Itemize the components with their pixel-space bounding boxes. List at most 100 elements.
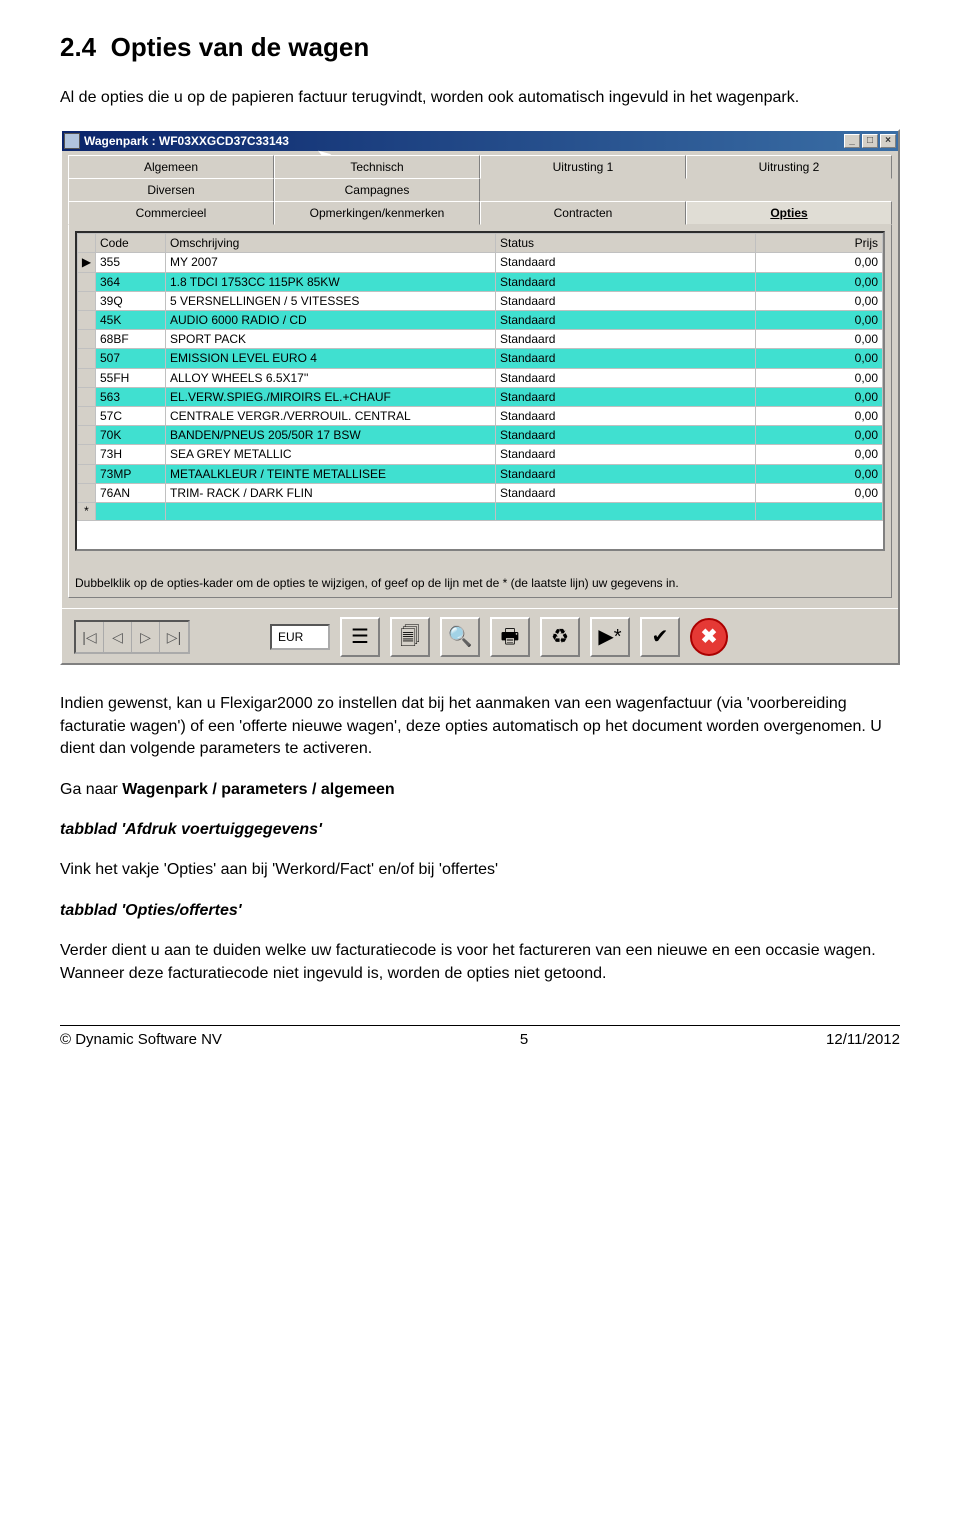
cell-status[interactable]: Standaard	[496, 387, 756, 406]
table-row[interactable]: 563EL.VERW.SPIEG./MIROIRS EL.+CHAUFStand…	[78, 387, 883, 406]
tab-opties[interactable]: Opties	[686, 201, 892, 225]
cell-price[interactable]: 0,00	[756, 330, 883, 349]
cell-price[interactable]: 0,00	[756, 291, 883, 310]
cell-desc[interactable]: BANDEN/PNEUS 205/50R 17 BSW	[166, 426, 496, 445]
cell-price[interactable]: 0,00	[756, 426, 883, 445]
tab-opmerkingen[interactable]: Opmerkingen/kenmerken	[274, 201, 480, 225]
cancel-button[interactable]: ✖	[690, 618, 728, 656]
titlebar[interactable]: Wagenpark : WF03XXGCD37C33143 _ □ ×	[62, 131, 898, 151]
cell-code[interactable]: 563	[96, 387, 166, 406]
minimize-button[interactable]: _	[844, 134, 860, 148]
cell-desc[interactable]: EL.VERW.SPIEG./MIROIRS EL.+CHAUF	[166, 387, 496, 406]
cell-desc[interactable]: TRIM- RACK / DARK FLIN	[166, 483, 496, 502]
cell-status[interactable]: Standaard	[496, 483, 756, 502]
table-row[interactable]: 39Q5 VERSNELLINGEN / 5 VITESSESStandaard…	[78, 291, 883, 310]
cell-price[interactable]: 0,00	[756, 483, 883, 502]
table-row[interactable]: 70KBANDEN/PNEUS 205/50R 17 BSWStandaard0…	[78, 426, 883, 445]
table-row[interactable]: 73HSEA GREY METALLICStandaard0,00	[78, 445, 883, 464]
cell-code[interactable]: 45K	[96, 311, 166, 330]
copy-button[interactable]: 🗐	[390, 617, 430, 657]
cell-desc[interactable]: CENTRALE VERGR./VERROUIL. CENTRAL	[166, 406, 496, 425]
tab-campagnes[interactable]: Campagnes	[274, 178, 480, 202]
table-row[interactable]: 55FHALLOY WHEELS 6.5X17''Standaard0,00	[78, 368, 883, 387]
cell-code[interactable]: 39Q	[96, 291, 166, 310]
cell-desc[interactable]: 1.8 TDCI 1753CC 115PK 85KW	[166, 272, 496, 291]
cell-price[interactable]: 0,00	[756, 311, 883, 330]
cell-desc[interactable]: 5 VERSNELLINGEN / 5 VITESSES	[166, 291, 496, 310]
cell-status[interactable]: Standaard	[496, 406, 756, 425]
tab-uitrusting2[interactable]: Uitrusting 2	[686, 155, 892, 179]
table-row[interactable]: 68BFSPORT PACKStandaard0,00	[78, 330, 883, 349]
cell-price[interactable]: 0,00	[756, 464, 883, 483]
cell-code[interactable]: 507	[96, 349, 166, 368]
cell-price[interactable]: 0,00	[756, 387, 883, 406]
cell-status[interactable]: Standaard	[496, 349, 756, 368]
maximize-button[interactable]: □	[862, 134, 878, 148]
cell-code[interactable]: 73H	[96, 445, 166, 464]
cell-code[interactable]: 364	[96, 272, 166, 291]
table-row[interactable]: 45KAUDIO 6000 RADIO / CDStandaard0,00	[78, 311, 883, 330]
cell-status[interactable]: Standaard	[496, 330, 756, 349]
col-desc[interactable]: Omschrijving	[166, 234, 496, 253]
recycle-button[interactable]: ♻	[540, 617, 580, 657]
nav-group: |◁ ◁ ▷ ▷|	[74, 620, 190, 654]
cell-price[interactable]: 0,00	[756, 349, 883, 368]
print-button[interactable]: 🖶	[490, 617, 530, 657]
table-row[interactable]: 3641.8 TDCI 1753CC 115PK 85KWStandaard0,…	[78, 272, 883, 291]
cell-status[interactable]: Standaard	[496, 253, 756, 272]
cell-desc[interactable]: EMISSION LEVEL EURO 4	[166, 349, 496, 368]
confirm-button[interactable]: ✔	[640, 617, 680, 657]
cell-status[interactable]: Standaard	[496, 464, 756, 483]
cell-code[interactable]: 355	[96, 253, 166, 272]
cell-desc[interactable]: ALLOY WHEELS 6.5X17''	[166, 368, 496, 387]
tab-uitrusting1[interactable]: Uitrusting 1	[480, 155, 686, 179]
table-row[interactable]: ▶355MY 2007Standaard0,00	[78, 253, 883, 272]
cell-price[interactable]: 0,00	[756, 445, 883, 464]
cell-code[interactable]: 55FH	[96, 368, 166, 387]
cell-code[interactable]: 70K	[96, 426, 166, 445]
cell-price[interactable]: 0,00	[756, 272, 883, 291]
cell-desc[interactable]: MY 2007	[166, 253, 496, 272]
nav-next-button[interactable]: ▷	[132, 622, 160, 652]
table-row[interactable]: 57CCENTRALE VERGR./VERROUIL. CENTRALStan…	[78, 406, 883, 425]
cell-price[interactable]: 0,00	[756, 253, 883, 272]
cell-price[interactable]: 0,00	[756, 406, 883, 425]
table-row[interactable]: 76ANTRIM- RACK / DARK FLINStandaard0,00	[78, 483, 883, 502]
table-row[interactable]: 73MPMETAALKLEUR / TEINTE METALLISEEStand…	[78, 464, 883, 483]
tab-commercieel[interactable]: Commercieel	[68, 201, 274, 225]
tab-contracten[interactable]: Contracten	[480, 201, 686, 225]
cell-code[interactable]: 76AN	[96, 483, 166, 502]
cell-desc[interactable]: SPORT PACK	[166, 330, 496, 349]
cell-desc[interactable]: AUDIO 6000 RADIO / CD	[166, 311, 496, 330]
col-price[interactable]: Prijs	[756, 234, 883, 253]
list-button[interactable]: ☰	[340, 617, 380, 657]
nav-last-button[interactable]: ▷|	[160, 622, 188, 652]
cell-desc[interactable]: METAALKLEUR / TEINTE METALLISEE	[166, 464, 496, 483]
app-icon	[64, 133, 80, 149]
search-button[interactable]: 🔍	[440, 617, 480, 657]
cell-status[interactable]: Standaard	[496, 445, 756, 464]
options-grid[interactable]: Code Omschrijving Status Prijs ▶355MY 20…	[75, 231, 885, 551]
tab-algemeen[interactable]: Algemeen	[68, 155, 274, 179]
col-status[interactable]: Status	[496, 234, 756, 253]
cell-status[interactable]: Standaard	[496, 311, 756, 330]
cell-status[interactable]: Standaard	[496, 272, 756, 291]
table-row[interactable]: 507EMISSION LEVEL EURO 4Standaard0,00	[78, 349, 883, 368]
tab-technisch[interactable]: Technisch	[274, 155, 480, 179]
nav-prev-button[interactable]: ◁	[104, 622, 132, 652]
tab-diversen[interactable]: Diversen	[68, 178, 274, 202]
currency-select[interactable]: EUR	[270, 624, 330, 650]
new-record-button[interactable]: ▶*	[590, 617, 630, 657]
nav-first-button[interactable]: |◁	[76, 622, 104, 652]
cell-code[interactable]: 73MP	[96, 464, 166, 483]
cell-code[interactable]: 57C	[96, 406, 166, 425]
col-code[interactable]: Code	[96, 234, 166, 253]
table-row-new[interactable]: *	[78, 502, 883, 520]
cell-status[interactable]: Standaard	[496, 368, 756, 387]
cell-status[interactable]: Standaard	[496, 291, 756, 310]
cell-desc[interactable]: SEA GREY METALLIC	[166, 445, 496, 464]
close-window-button[interactable]: ×	[880, 134, 896, 148]
cell-status[interactable]: Standaard	[496, 426, 756, 445]
cell-price[interactable]: 0,00	[756, 368, 883, 387]
cell-code[interactable]: 68BF	[96, 330, 166, 349]
